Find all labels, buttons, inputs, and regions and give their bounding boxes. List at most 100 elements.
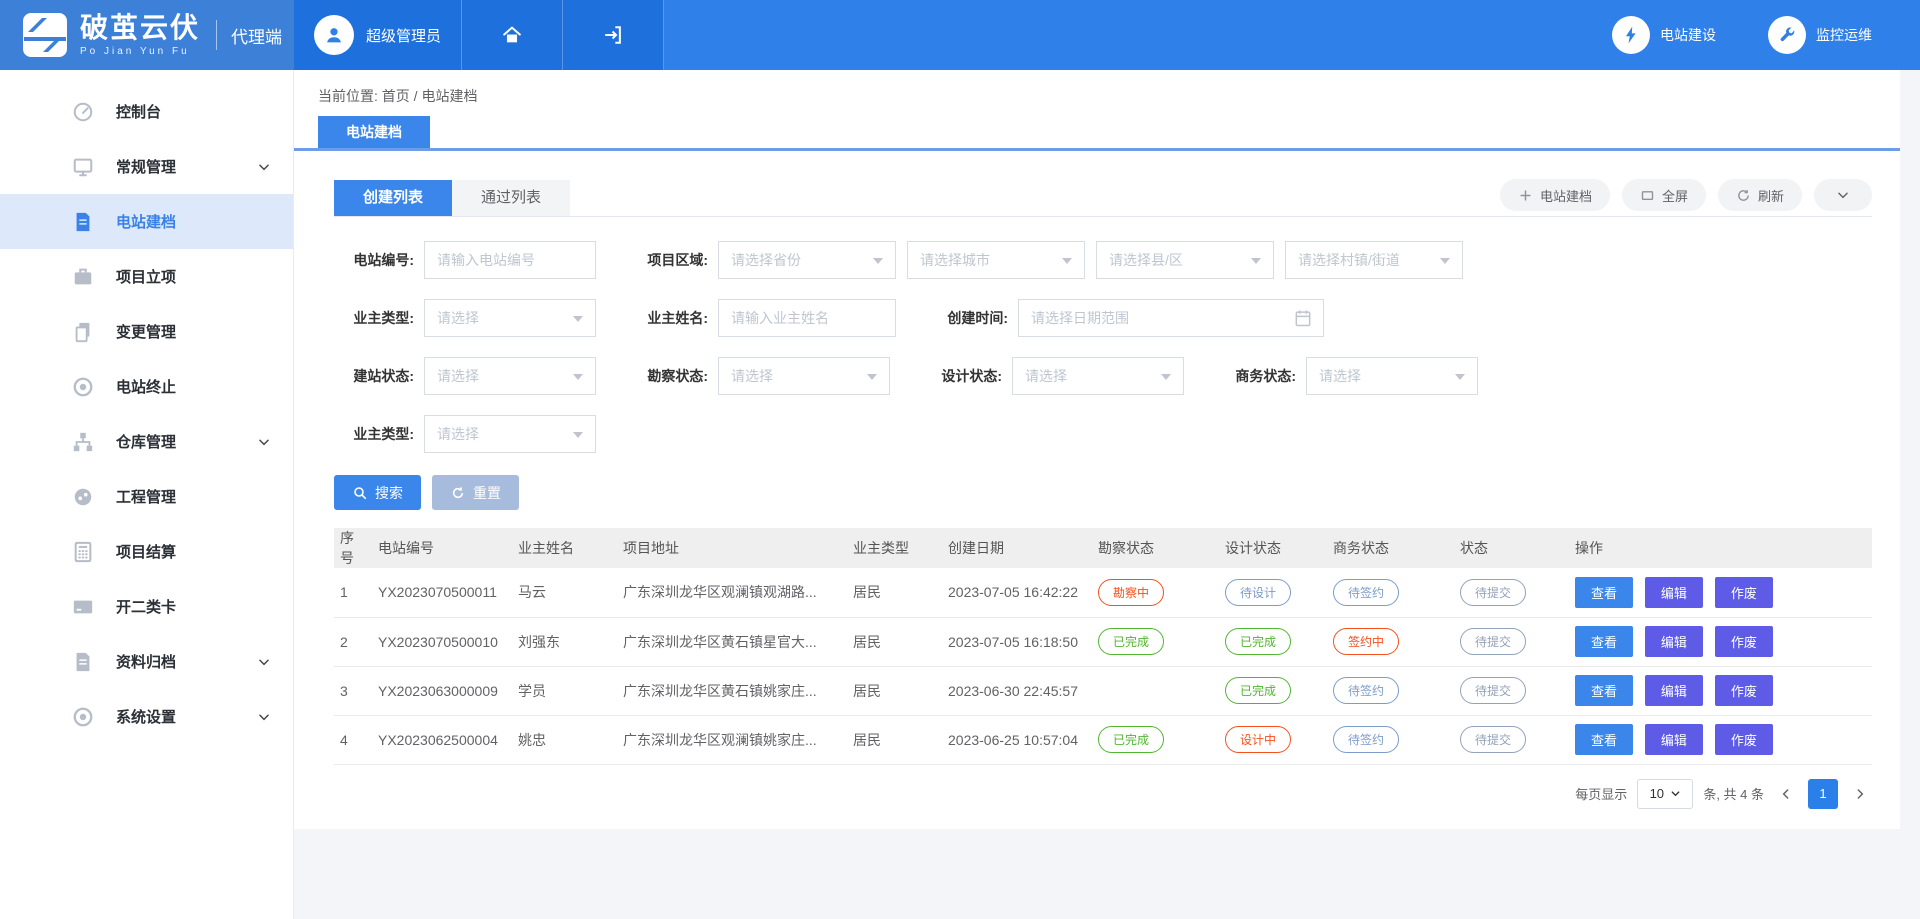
- home-button[interactable]: [462, 0, 563, 70]
- view-button[interactable]: 查看: [1575, 577, 1633, 608]
- page-tab-station-filing[interactable]: 电站建档: [318, 116, 430, 148]
- logout-button[interactable]: [563, 0, 664, 70]
- archive-icon: [72, 651, 94, 673]
- city-select[interactable]: 请选择城市: [907, 241, 1085, 279]
- logout-icon: [602, 24, 624, 46]
- user-menu[interactable]: 超级管理员: [294, 0, 462, 70]
- select-arrow-icon: [1440, 258, 1450, 264]
- owner-type2-select[interactable]: 请选择: [424, 415, 596, 453]
- toolbar-actions: 电站建档 全屏 刷新: [1500, 179, 1872, 211]
- select-arrow-icon: [1062, 258, 1072, 264]
- owner-name-input[interactable]: [719, 300, 895, 336]
- district-select[interactable]: 请选择县/区: [1096, 241, 1274, 279]
- create-time-label: 创建时间:: [928, 308, 1018, 328]
- select-arrow-icon: [873, 258, 883, 264]
- search-button[interactable]: 搜索: [334, 475, 421, 510]
- fullscreen-button[interactable]: 全屏: [1622, 179, 1706, 211]
- sidebar-item-engineering-mgmt[interactable]: 工程管理: [0, 469, 293, 524]
- void-button[interactable]: 作废: [1715, 724, 1773, 755]
- sidebar-item-general-mgmt[interactable]: 常规管理: [0, 139, 293, 194]
- edit-button[interactable]: 编辑: [1645, 675, 1703, 706]
- reset-icon: [450, 485, 466, 501]
- sidebar-item-console[interactable]: 控制台: [0, 84, 293, 139]
- sidebar-item-project-settlement[interactable]: 项目结算: [0, 524, 293, 579]
- wrench-icon: [1777, 25, 1797, 45]
- add-station-button[interactable]: 电站建档: [1500, 179, 1610, 211]
- select-arrow-icon: [1455, 374, 1465, 380]
- sidebar-label: 常规管理: [116, 156, 176, 177]
- reset-button[interactable]: 重置: [432, 475, 519, 510]
- date-range-picker[interactable]: [1018, 299, 1324, 337]
- view-button[interactable]: 查看: [1575, 675, 1633, 706]
- add-station-label: 电站建档: [1540, 186, 1592, 205]
- chevron-down-icon: [257, 160, 271, 174]
- chevron-right-icon: [1852, 786, 1868, 802]
- status-pill: 勘察中: [1098, 579, 1164, 606]
- prev-page-button[interactable]: [1774, 786, 1798, 802]
- edit-button[interactable]: 编辑: [1645, 577, 1703, 608]
- edit-button[interactable]: 编辑: [1645, 626, 1703, 657]
- sidebar-item-warehouse-mgmt[interactable]: 仓库管理: [0, 414, 293, 469]
- tab-create-list[interactable]: 创建列表: [334, 180, 452, 216]
- status-pill: 签约中: [1333, 628, 1399, 655]
- design-status-select[interactable]: 请选择: [1012, 357, 1184, 395]
- sidebar-item-station-termination[interactable]: 电站终止: [0, 359, 293, 414]
- main-area: 当前位置: 首页 / 电站建档 电站建档 创建列表 通过列表 电站建档 全屏: [294, 70, 1920, 919]
- avatar[interactable]: [314, 15, 354, 55]
- view-button[interactable]: 查看: [1575, 626, 1633, 657]
- region-label: 项目区域:: [628, 250, 718, 270]
- view-button[interactable]: 查看: [1575, 724, 1633, 755]
- plus-icon: [1518, 188, 1533, 203]
- build-status-select[interactable]: 请选择: [424, 357, 596, 395]
- sidebar-item-station-filing[interactable]: 电站建档: [0, 194, 293, 249]
- search-label: 搜索: [375, 483, 403, 503]
- survey-status-select[interactable]: 请选择: [718, 357, 890, 395]
- chevron-down-icon: [257, 655, 271, 669]
- stations-table: 序号 电站编号 业主姓名 项目地址 业主类型 创建日期 勘察状态 设计状态 商务…: [334, 528, 1872, 765]
- target-icon: [72, 376, 94, 398]
- sidebar-item-archive[interactable]: 资料归档: [0, 634, 293, 689]
- business-status-select[interactable]: 请选择: [1306, 357, 1478, 395]
- tab-passed-list[interactable]: 通过列表: [452, 180, 570, 216]
- refresh-button[interactable]: 刷新: [1718, 179, 1802, 211]
- table-row: 4 YX2023062500004 姚忠 广东深圳龙华区观澜镇姚家庄... 居民…: [334, 715, 1872, 764]
- brand-portal-label: 代理端: [231, 23, 282, 48]
- sidebar-item-project-initiation[interactable]: 项目立项: [0, 249, 293, 304]
- sidebar-item-change-mgmt[interactable]: 变更管理: [0, 304, 293, 359]
- app-monitor-ops[interactable]: 监控运维: [1768, 16, 1872, 54]
- collapse-button[interactable]: [1814, 179, 1872, 211]
- select-arrow-icon: [573, 374, 583, 380]
- filter-build-status: 建站状态: 请选择: [334, 357, 596, 395]
- filter-owner-type: 业主类型: 请选择: [334, 299, 596, 337]
- edit-button[interactable]: 编辑: [1645, 724, 1703, 755]
- void-button[interactable]: 作废: [1715, 626, 1773, 657]
- void-button[interactable]: 作废: [1715, 577, 1773, 608]
- province-select[interactable]: 请选择省份: [718, 241, 896, 279]
- sidebar-item-system-settings[interactable]: 系统设置: [0, 689, 293, 744]
- status-pill: 已完成: [1225, 628, 1291, 655]
- sidebar-label: 仓库管理: [116, 431, 176, 452]
- station-no-input[interactable]: [425, 242, 595, 278]
- brand-text: 破茧云伏 Po Jian Yun Fu: [80, 13, 200, 58]
- void-button[interactable]: 作废: [1715, 675, 1773, 706]
- sidebar-item-type2-card[interactable]: 开二类卡: [0, 579, 293, 634]
- sidebar: 控制台 常规管理 电站建档 项目立项 变更管理 电站终止 仓库管理: [0, 70, 294, 919]
- design-status-label: 设计状态:: [922, 366, 1012, 386]
- owner-type-label: 业主类型:: [334, 308, 424, 328]
- app-station-build[interactable]: 电站建设: [1612, 16, 1716, 54]
- owner-type-select[interactable]: 请选择: [424, 299, 596, 337]
- town-select[interactable]: 请选择村镇/街道: [1285, 241, 1463, 279]
- current-page-button[interactable]: 1: [1808, 779, 1838, 809]
- status-pill: 已完成: [1098, 726, 1164, 753]
- select-arrow-icon: [1251, 258, 1261, 264]
- select-arrow-icon: [867, 374, 877, 380]
- date-range-input[interactable]: [1019, 300, 1323, 336]
- top-header: 破茧云伏 Po Jian Yun Fu 代理端 超级管理员: [0, 0, 1920, 70]
- refresh-label: 刷新: [1758, 186, 1784, 205]
- status-pill: 待提交: [1460, 677, 1526, 704]
- next-page-button[interactable]: [1848, 786, 1872, 802]
- table-row: 2 YX2023070500010 刘强东 广东深圳龙华区黄石镇星官大... 居…: [334, 617, 1872, 666]
- chevron-down-icon: [1836, 188, 1850, 202]
- filter-buttons: 搜索 重置: [334, 475, 1872, 510]
- per-page-select[interactable]: 10: [1637, 779, 1693, 809]
